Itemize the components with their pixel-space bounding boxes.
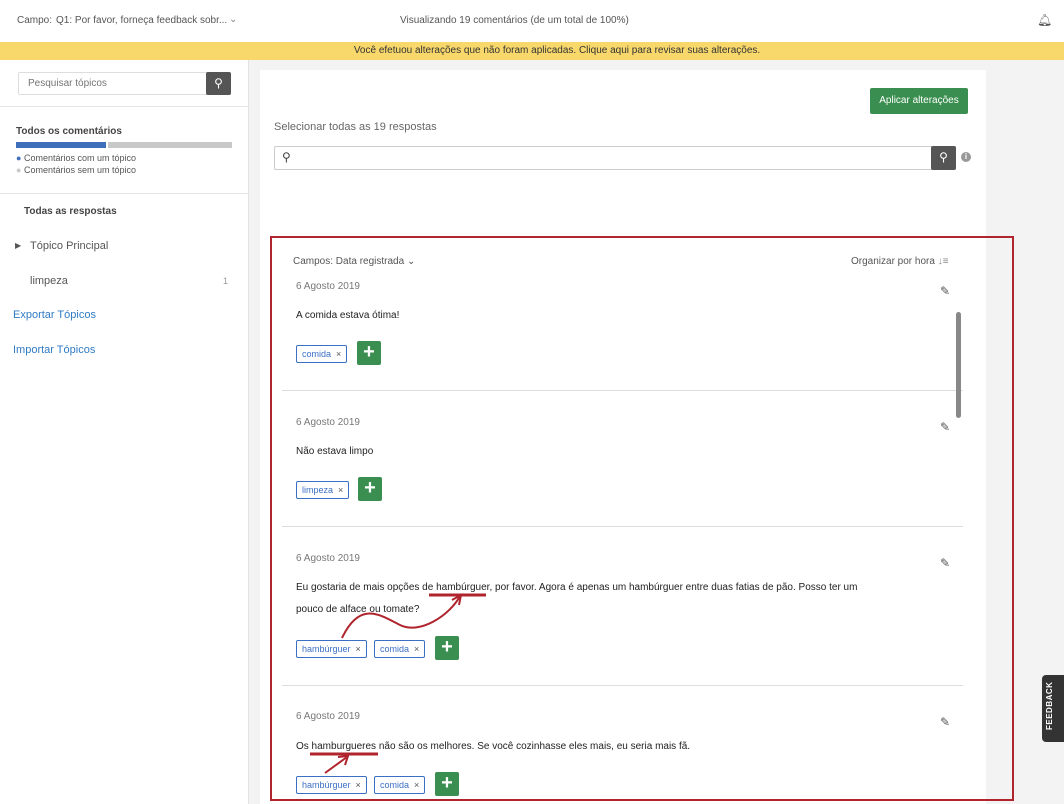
annotation-overlay [270, 236, 1014, 801]
arrow-mark [324, 756, 348, 774]
feedback-tab[interactable]: FEEDBACK [1042, 675, 1064, 742]
arrow-mark [341, 595, 461, 639]
highlight-box [270, 236, 1014, 801]
feedback-label: FEEDBACK [1045, 681, 1054, 730]
